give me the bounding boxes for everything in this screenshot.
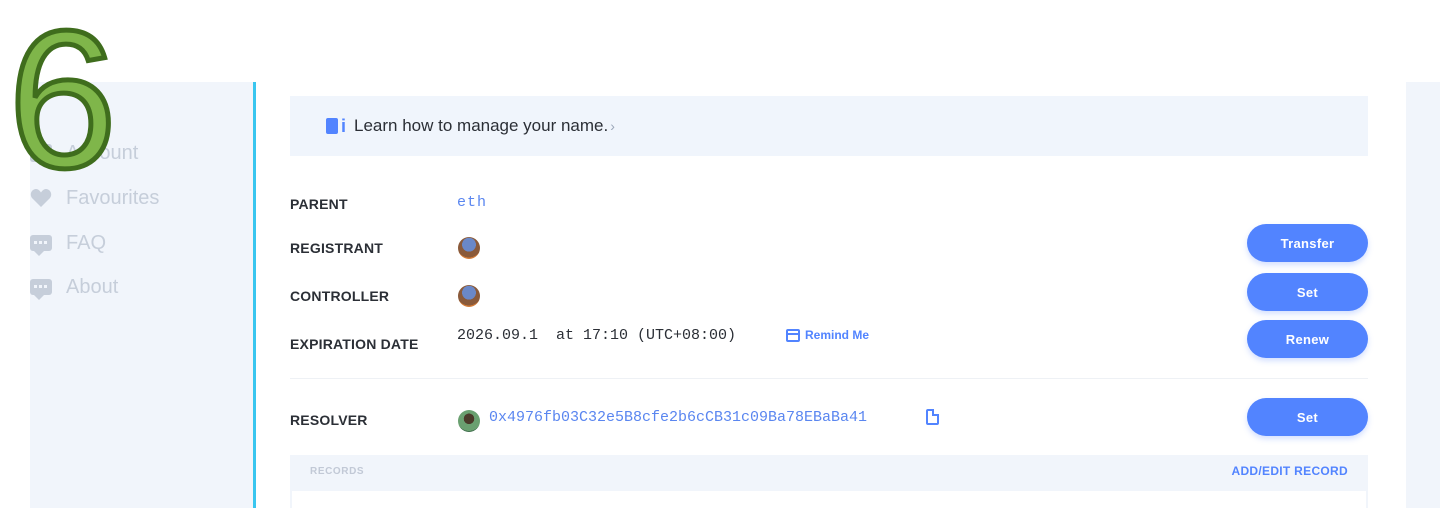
records-label: RECORDS (310, 466, 365, 477)
right-panel-edge (1406, 82, 1440, 508)
remind-me-link[interactable]: Remind Me (786, 328, 869, 342)
transfer-button[interactable]: Transfer (1247, 224, 1368, 262)
add-edit-record-button[interactable]: ADD/EDIT RECORD (1231, 464, 1348, 478)
step-number-overlay: 6 (5, 0, 119, 209)
sidebar-divider (253, 82, 256, 508)
resolver-address[interactable]: 0x4976fb03C32e5B8cfe2b6cCB31c09Ba78EBaBa… (489, 409, 867, 426)
chat-icon (30, 235, 52, 256)
expiration-value: 2026.09.1 at 17:10 (UTC+08:00) (457, 327, 737, 344)
resolver-avatar (458, 410, 480, 432)
records-body (290, 491, 1368, 508)
sidebar-item-label: About (66, 275, 119, 298)
controller-avatar (458, 285, 480, 307)
resolver-label: RESOLVER (290, 412, 368, 428)
sidebar-item-faq[interactable]: FAQ (30, 228, 106, 258)
banner-text[interactable]: Learn how to manage your name. (354, 116, 608, 136)
calendar-icon (786, 328, 800, 342)
renew-button[interactable]: Renew (1247, 320, 1368, 358)
controller-label: CONTROLLER (290, 288, 390, 304)
chevron-right-icon: › (610, 118, 615, 134)
parent-label: PARENT (290, 196, 348, 212)
records-panel: RECORDS ADD/EDIT RECORD (290, 455, 1368, 508)
chat-icon (30, 279, 52, 300)
parent-value[interactable]: eth (457, 194, 487, 211)
set-controller-button[interactable]: Set (1247, 273, 1368, 311)
section-divider (290, 378, 1368, 379)
sidebar-item-about[interactable]: About (30, 272, 118, 302)
registrant-label: REGISTRANT (290, 240, 383, 256)
set-resolver-button[interactable]: Set (1247, 398, 1368, 436)
learn-banner[interactable]: i Learn how to manage your name. › (290, 96, 1368, 156)
registrant-avatar (458, 237, 480, 259)
remind-me-label: Remind Me (805, 328, 870, 342)
expiration-label: EXPIRATION DATE (290, 336, 419, 352)
sidebar-item-label: FAQ (66, 231, 107, 254)
copy-icon[interactable] (926, 409, 939, 425)
info-book-icon: i (326, 116, 346, 137)
